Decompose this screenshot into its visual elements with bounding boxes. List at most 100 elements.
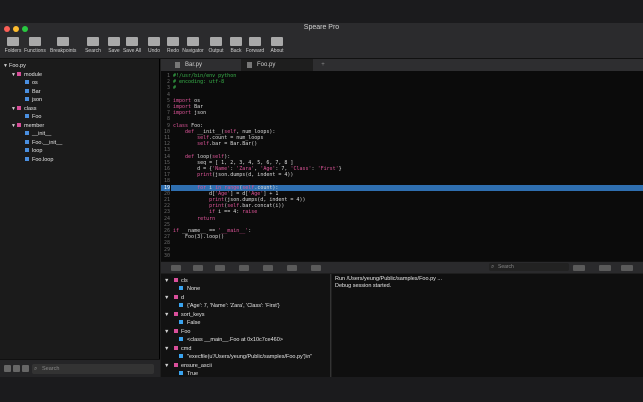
toolbar-label: About xyxy=(270,48,284,54)
tree-item[interactable]: ▼ class xyxy=(11,105,37,113)
breakpoints-toggle-icon[interactable] xyxy=(311,265,321,271)
new-tab-button[interactable]: + xyxy=(313,59,333,71)
line-number[interactable]: 28 xyxy=(161,240,170,246)
code-line: if i == 4: raise xyxy=(209,209,258,216)
layout-icon[interactable] xyxy=(599,265,611,271)
tree-item[interactable]: ▼ member xyxy=(11,122,44,130)
tab-bar-py[interactable]: Bar.py xyxy=(169,59,241,71)
tree-item-label: Bar xyxy=(32,88,41,95)
line-number[interactable]: 3 xyxy=(161,85,170,91)
sidebar: ⌕ Search ▼Foo.py ▼ module os Bar json ▼ class Foo… xyxy=(0,59,160,377)
variable-value: True xyxy=(187,371,199,377)
line-number[interactable]: 29 xyxy=(161,247,170,253)
line-number[interactable]: 7 xyxy=(161,110,170,116)
line-number[interactable]: 21 xyxy=(161,197,170,203)
sidebar-search-input[interactable]: ⌕ Search xyxy=(32,364,154,374)
variable-row[interactable]: ▼ sort_keys xyxy=(164,311,205,319)
tree-item-label: class xyxy=(24,105,37,112)
tree-item[interactable]: Foo xyxy=(19,113,41,121)
tree-item[interactable]: __init__ xyxy=(19,130,51,138)
line-number[interactable]: 22 xyxy=(161,203,170,209)
line-number[interactable]: 25 xyxy=(161,222,170,228)
line-number[interactable]: 16 xyxy=(161,166,170,172)
tree-item[interactable]: os xyxy=(19,79,38,87)
code-line: self.count = num_loops xyxy=(197,135,264,141)
step-out-icon[interactable] xyxy=(263,265,273,271)
line-number[interactable]: 12 xyxy=(161,141,170,147)
code-line: return xyxy=(197,215,216,222)
line-number[interactable]: 18 xyxy=(161,178,170,184)
disclosure-icon[interactable]: ▼ xyxy=(164,329,169,335)
line-number[interactable]: 11 xyxy=(161,135,170,141)
line-number[interactable]: 17 xyxy=(161,172,170,178)
code-editor[interactable]: 1 #!/usr/bin/env python 2 # encoding: utf-8… xyxy=(161,71,643,261)
variable-row[interactable]: ▼ ensure_ascii xyxy=(164,362,212,370)
code-line: d['Age'] = d['Age'] + 1 xyxy=(173,190,279,197)
tree-item[interactable]: Foo.loop xyxy=(19,156,53,164)
restart-icon[interactable] xyxy=(287,265,297,271)
folders-icon xyxy=(7,37,19,46)
tree-item[interactable]: ▼Foo.py xyxy=(3,62,26,70)
variable-row[interactable]: ▼ d xyxy=(164,294,184,302)
tree-item[interactable]: loop xyxy=(19,147,42,155)
breakpoints-button[interactable]: Breakpoints xyxy=(50,37,76,59)
tree-item-label: Foo.loop xyxy=(32,156,54,163)
save-all-icon xyxy=(126,37,138,46)
stop-icon[interactable] xyxy=(193,265,203,271)
line-number[interactable]: 24 xyxy=(161,216,170,222)
line-number[interactable]: 23 xyxy=(161,209,170,215)
disclosure-icon[interactable]: ▼ xyxy=(164,363,169,369)
disclosure-icon[interactable]: ▼ xyxy=(164,295,169,301)
variable-value: {'Age': 7, 'Name': 'Zara', 'Class': 'Fir… xyxy=(187,303,280,309)
line-number[interactable]: 5 xyxy=(161,98,170,104)
disclosure-icon[interactable]: ▼ xyxy=(164,312,169,318)
settings-icon[interactable] xyxy=(22,365,29,372)
layout-split-icon[interactable] xyxy=(621,265,633,271)
disclosure-icon[interactable]: ▼ xyxy=(164,278,169,284)
tab-foo-py[interactable]: Foo.py xyxy=(241,59,313,71)
line-number[interactable]: 4 xyxy=(161,92,170,98)
step-over-icon[interactable] xyxy=(215,265,225,271)
variable-value: "execfile(u'/Users/yeung/Public/samples/… xyxy=(187,354,313,360)
line-number[interactable]: 19 xyxy=(161,184,170,191)
tree-item-label: os xyxy=(32,80,38,86)
line-number[interactable]: 13 xyxy=(161,147,170,153)
tree-item-label: __init__ xyxy=(32,131,52,137)
line-number[interactable]: 26 xyxy=(161,228,170,234)
line-number[interactable]: 10 xyxy=(161,129,170,135)
functions-button[interactable]: Functions xyxy=(22,37,48,59)
prev-next-icon[interactable] xyxy=(573,265,585,271)
tree-item[interactable]: ▼ module xyxy=(11,71,42,79)
tree-node-icon xyxy=(25,88,29,93)
step-into-icon[interactable] xyxy=(239,265,249,271)
about-button[interactable]: About xyxy=(264,37,290,59)
disclosure-icon[interactable]: ▼ xyxy=(164,346,169,352)
tree-node-icon xyxy=(25,148,29,152)
code-line: # xyxy=(173,85,177,92)
tree-item[interactable]: Foo.__init__ xyxy=(19,139,62,147)
add-icon[interactable] xyxy=(4,365,11,372)
line-number[interactable]: 30 xyxy=(161,253,170,259)
line-number[interactable]: 9 xyxy=(161,123,170,129)
line-number[interactable]: 8 xyxy=(161,116,170,122)
line-number[interactable]: 20 xyxy=(161,191,170,197)
variable-value: <class __main__.Foo at 0x10c7ce460> xyxy=(187,337,284,343)
play-icon[interactable] xyxy=(171,265,181,271)
tree-item-label: Foo.py xyxy=(9,63,26,69)
line-number[interactable]: 14 xyxy=(161,154,170,160)
variable-row[interactable]: ▼ Foo xyxy=(164,328,190,336)
debug-search-placeholder: Search xyxy=(498,264,514,270)
tree-item[interactable]: Bar xyxy=(19,88,41,96)
variable-row[interactable]: ▼ cmd xyxy=(164,345,191,353)
line-number[interactable]: 1 xyxy=(161,73,170,79)
line-number[interactable]: 15 xyxy=(161,160,170,166)
debug-search-input[interactable]: ⌕ Search xyxy=(489,263,569,271)
line-number[interactable]: 27 xyxy=(161,234,170,240)
variable-icon xyxy=(173,295,178,299)
variable-row[interactable]: ▼ cls xyxy=(164,277,188,285)
remove-icon[interactable] xyxy=(13,365,20,372)
tree-item-label: member xyxy=(24,122,45,129)
line-number[interactable]: 6 xyxy=(161,104,170,110)
tree-item[interactable]: json xyxy=(19,96,42,104)
line-number[interactable]: 2 xyxy=(161,79,170,85)
